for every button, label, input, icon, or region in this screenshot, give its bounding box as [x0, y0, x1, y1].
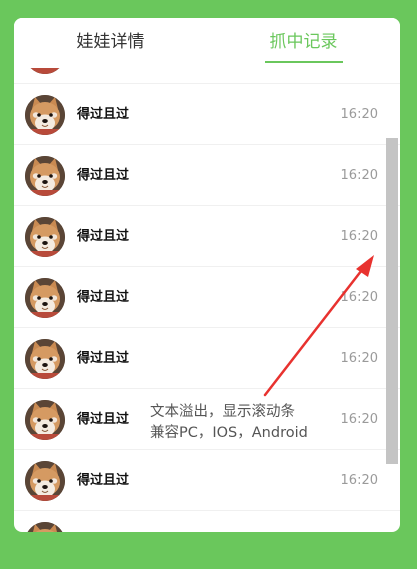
list-item[interactable]: 得过且过 16:20 — [14, 206, 400, 267]
list-item[interactable]: 得过且过 16:20 — [14, 145, 400, 206]
tab-catch-records[interactable]: 抓中记录 — [207, 18, 400, 68]
record-time: 16:20 — [340, 351, 378, 366]
record-time: 16:20 — [340, 229, 378, 244]
record-time: 16:20 — [340, 107, 378, 122]
annotation-line-2: 兼容PC，IOS，Android — [150, 425, 308, 441]
record-time: 16:20 — [340, 473, 378, 488]
shiba-dog-avatar-icon — [25, 522, 65, 532]
shiba-dog-avatar-icon — [25, 68, 65, 74]
record-user-name: 得过且过 — [77, 68, 129, 84]
record-time: 16:20 — [340, 168, 378, 183]
record-user-name: 得过且过 — [77, 290, 130, 305]
list-item[interactable]: 得过且过 16:20 — [14, 84, 400, 145]
record-time: 16:20 — [340, 290, 378, 305]
shiba-dog-avatar-icon — [25, 156, 65, 196]
list-item[interactable]: 得过且过 16:20 — [14, 68, 400, 84]
shiba-dog-avatar-icon — [25, 278, 65, 318]
overflow-annotation: 文本溢出，显示滚动条 兼容PC，IOS，Android — [150, 402, 308, 444]
record-time: 16:20 — [341, 68, 378, 84]
shiba-dog-avatar-icon — [25, 217, 65, 257]
record-time: 16:20 — [340, 412, 378, 427]
shiba-dog-avatar-icon — [25, 400, 65, 440]
record-user-name: 得过且过 — [77, 107, 130, 122]
shiba-dog-avatar-icon — [25, 461, 65, 501]
list-item[interactable]: 得过且过 16:20 — [14, 450, 400, 511]
record-user-name: 得过且过 — [77, 473, 130, 488]
annotation-line-1: 文本溢出，显示滚动条 — [150, 404, 295, 420]
shiba-dog-avatar-icon — [25, 95, 65, 135]
list-item[interactable]: 得过且过 16:20 — [14, 267, 400, 328]
tab-bar: 娃娃详情 抓中记录 — [14, 18, 400, 68]
record-user-name: 得过且过 — [77, 351, 130, 366]
record-user-name: 得过且过 — [77, 229, 130, 244]
tab-doll-details[interactable]: 娃娃详情 — [14, 18, 207, 68]
record-user-name: 得过且过 — [77, 168, 130, 183]
list-item[interactable] — [14, 511, 400, 532]
record-user-name: 得过且过 — [77, 412, 130, 427]
list-item[interactable]: 得过且过 16:20 — [14, 328, 400, 389]
shiba-dog-avatar-icon — [25, 339, 65, 379]
content-card: 娃娃详情 抓中记录 得过且过 16:20 得过且过 16:20 得过且过 16:… — [14, 18, 400, 532]
catch-record-list-inner: 得过且过 16:20 得过且过 16:20 得过且过 16:20 得过且过 16… — [14, 68, 400, 532]
active-tab-indicator — [264, 61, 343, 63]
catch-record-list[interactable]: 得过且过 16:20 得过且过 16:20 得过且过 16:20 得过且过 16… — [14, 68, 400, 532]
tab-catch-records-label: 抓中记录 — [269, 32, 338, 52]
scrollbar-thumb[interactable] — [386, 138, 398, 464]
